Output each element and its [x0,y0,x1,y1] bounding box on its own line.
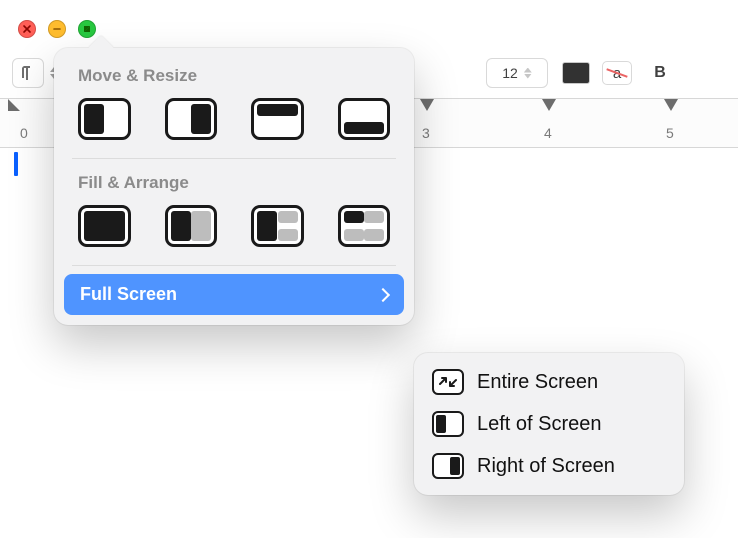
section-title-move: Move & Resize [58,60,410,94]
move-right-half-button[interactable] [165,98,218,140]
paragraph-style-dropdown[interactable] [12,58,44,88]
separator [72,265,396,266]
left-of-screen-label: Left of Screen [477,413,602,436]
window-tiling-popover: Move & Resize Fill & Arrange Full Screen [54,48,414,325]
arrange-quarters-button[interactable] [338,205,391,247]
fill-full-button[interactable] [78,205,131,247]
section-title-fill: Fill & Arrange [58,167,410,201]
full-screen-label: Full Screen [80,284,177,305]
text-caret [14,152,18,176]
ruler-mark: 4 [544,125,552,141]
move-left-half-button[interactable] [78,98,131,140]
move-resize-row [58,94,410,156]
entire-screen-label: Entire Screen [477,371,598,394]
tab-marker[interactable] [420,99,434,111]
zoom-button[interactable] [78,20,96,38]
minimize-button[interactable] [48,20,66,38]
move-bottom-half-button[interactable] [338,98,391,140]
chevron-right-icon [376,287,390,301]
ruler-mark: 5 [666,125,674,141]
left-of-screen-item[interactable]: Left of Screen [422,403,676,445]
full-screen-menu-item[interactable]: Full Screen [64,274,404,315]
text-color-swatch[interactable] [562,62,590,84]
right-of-screen-label: Right of Screen [477,455,615,478]
right-of-screen-icon [432,453,464,479]
font-size-stepper-icon[interactable] [524,68,532,79]
fill-arrange-row [58,201,410,263]
text-color-reset[interactable]: a [602,61,632,85]
tab-marker[interactable] [664,99,678,111]
left-of-screen-icon [432,411,464,437]
arrange-left-quarters-button[interactable] [251,205,304,247]
right-of-screen-item[interactable]: Right of Screen [422,445,676,487]
ruler-mark: 3 [422,125,430,141]
indent-marker-left[interactable] [8,99,20,111]
close-button[interactable] [18,20,36,38]
ruler-mark: 0 [20,125,28,141]
entire-screen-icon [432,369,464,395]
move-top-half-button[interactable] [251,98,304,140]
arrange-left-right-button[interactable] [165,205,218,247]
tab-marker[interactable] [542,99,556,111]
entire-screen-item[interactable]: Entire Screen [422,361,676,403]
full-screen-submenu: Entire Screen Left of Screen Right of Sc… [414,353,684,495]
font-size-value: 12 [502,65,518,81]
bold-button[interactable]: B [648,62,672,84]
separator [72,158,396,159]
window-controls [18,20,96,38]
font-size-field[interactable]: 12 [486,58,548,88]
